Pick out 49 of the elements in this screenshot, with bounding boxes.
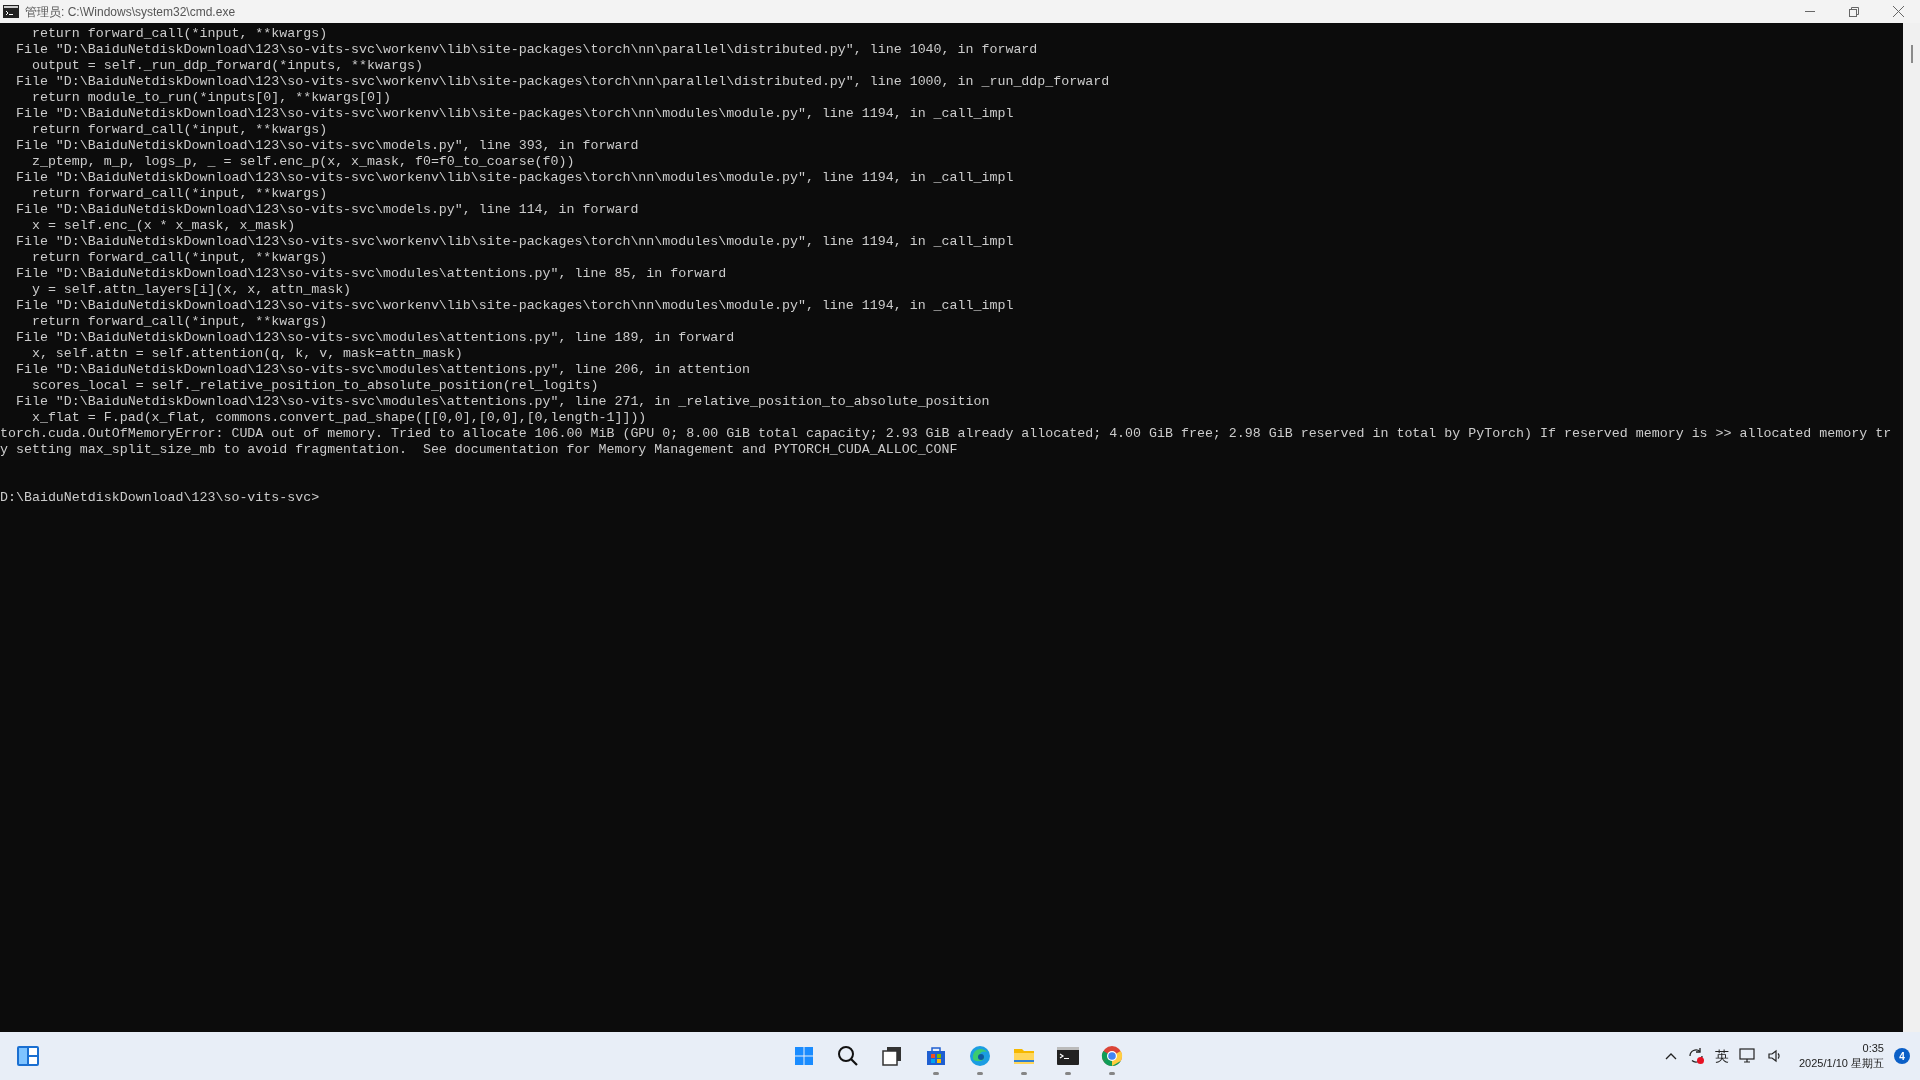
window-title: 管理员: C:\Windows\system32\cmd.exe (25, 3, 236, 21)
clock-time[interactable]: 0:35 (1862, 1041, 1884, 1056)
browser-icon (1100, 1044, 1124, 1068)
sync-icon[interactable] (1687, 1047, 1705, 1065)
console-line: return forward_call(*input, **kwargs) (30, 122, 329, 138)
console-line: File "D:\BaiduNetdiskDownload\123\so-vits-svc\modules\attentions.py", line 206, in attention (14, 362, 752, 378)
monitor-icon[interactable] (1739, 1048, 1757, 1064)
search-icon (836, 1044, 860, 1068)
console-line: x, self.attn = self.attention(q, k, v, mask=attn_mask) (30, 346, 464, 362)
minimize-icon (1805, 10, 1815, 13)
edge-icon (968, 1044, 992, 1068)
console-line: x_flat = F.pad(x_flat, commons.convert_pad_shape([[0,0],[0,0],[0,length-1]])) (30, 410, 648, 426)
input-method-indicator[interactable]: 英 (1715, 1045, 1729, 1067)
console-line: y setting max_split_size_mb to avoid fragmentation. See documentation for Memory Management and PYTORCH_CUDA_ALLOC_CONF (0, 442, 959, 458)
console-line: File "D:\BaiduNetdiskDownload\123\so-vits-svc\workenv\lib\site-packages\torch\nn\modules\module.py", line 1194, in _call_impl (14, 170, 1015, 186)
console-line: return module_to_run(*inputs[0], **kwargs[0]) (30, 90, 392, 106)
console-line: File "D:\BaiduNetdiskDownload\123\so-vits-svc\workenv\lib\site-packages\torch\nn\modules\module.py", line 1194, in _call_impl (14, 106, 1015, 122)
console-line: z_ptemp, m_p, logs_p, _ = self.enc_p(x, x_mask, f0=f0_to_coarse(f0)) (30, 154, 576, 170)
console-line: File "D:\BaiduNetdiskDownload\123\so-vits-svc\workenv\lib\site-packages\torch\nn\parallel\distributed.py", line 1000, in _run_ddp_forward (14, 74, 1111, 90)
console-line: File "D:\BaiduNetdiskDownload\123\so-vits-svc\models.py", line 114, in forward (14, 202, 640, 218)
console-line: File "D:\BaiduNetdiskDownload\123\so-vits-svc\modules\attentions.py", line 189, in forward (14, 330, 736, 346)
notification-badge[interactable]: 4 (1894, 1048, 1910, 1064)
console-line: scores_local = self._relative_position_to_absolute_position(rel_logits) (30, 378, 600, 394)
speaker-icon[interactable] (1767, 1048, 1783, 1064)
console-line: File "D:\BaiduNetdiskDownload\123\so-vits-svc\modules\attentions.py", line 85, in forward (14, 266, 728, 282)
console-line: return forward_call(*input, **kwargs) (30, 186, 329, 202)
scrollbar[interactable] (1903, 23, 1920, 1032)
command-prompt[interactable]: D:\BaiduNetdiskDownload\123\so-vits-svc> (0, 490, 1903, 506)
console-line: File "D:\BaiduNetdiskDownload\123\so-vits-svc\workenv\lib\site-packages\torch\nn\modules\module.py", line 1194, in _call_impl (14, 234, 1015, 250)
store-icon (924, 1044, 948, 1068)
console-line: x = self.enc_(x * x_mask, x_mask) (30, 218, 297, 234)
console-line: return forward_call(*input, **kwargs) (30, 250, 329, 266)
console-icon (3, 5, 19, 18)
console-line: File "D:\BaiduNetdiskDownload\123\so-vits-svc\workenv\lib\site-packages\torch\nn\parallel\distributed.py", line 1040, in forward (14, 42, 1039, 58)
console-line: output = self._run_ddp_forward(*inputs, **kwargs) (30, 58, 424, 74)
chevron-up-icon[interactable] (1665, 1052, 1677, 1060)
console-line: File "D:\BaiduNetdiskDownload\123\so-vits-svc\models.py", line 393, in forward (14, 138, 640, 154)
console-line: return forward_call(*input, **kwargs) (30, 26, 329, 42)
console-line: torch.cuda.OutOfMemoryError: CUDA out of memory. Tried to allocate 106.00 MiB (GPU 0; 8.00 GiB total capacity; 2.93 GiB already allocated; 4.00 GiB free; 2.98 GiB reserved in total by PyTorch) If reserved memory is >> allocated memory tr (0, 426, 1893, 442)
start-icon (792, 1044, 816, 1068)
console-line: File "D:\BaiduNetdiskDownload\123\so-vits-svc\modules\attentions.py", line 271, in _relative_position_to_absolute_position (14, 394, 991, 410)
task-view-icon (880, 1044, 904, 1068)
restore-icon (1849, 6, 1859, 17)
console-line: File "D:\BaiduNetdiskDownload\123\so-vits-svc\workenv\lib\site-packages\torch\nn\modules\module.py", line 1194, in _call_impl (14, 298, 1015, 314)
clock-date[interactable]: 2025/1/10 星期五 (1799, 1056, 1884, 1071)
close-icon (1892, 6, 1904, 17)
terminal-icon (1056, 1044, 1080, 1068)
console-line: y = self.attn_layers[i](x, x, attn_mask) (30, 282, 353, 298)
console-line: return forward_call(*input, **kwargs) (30, 314, 329, 330)
